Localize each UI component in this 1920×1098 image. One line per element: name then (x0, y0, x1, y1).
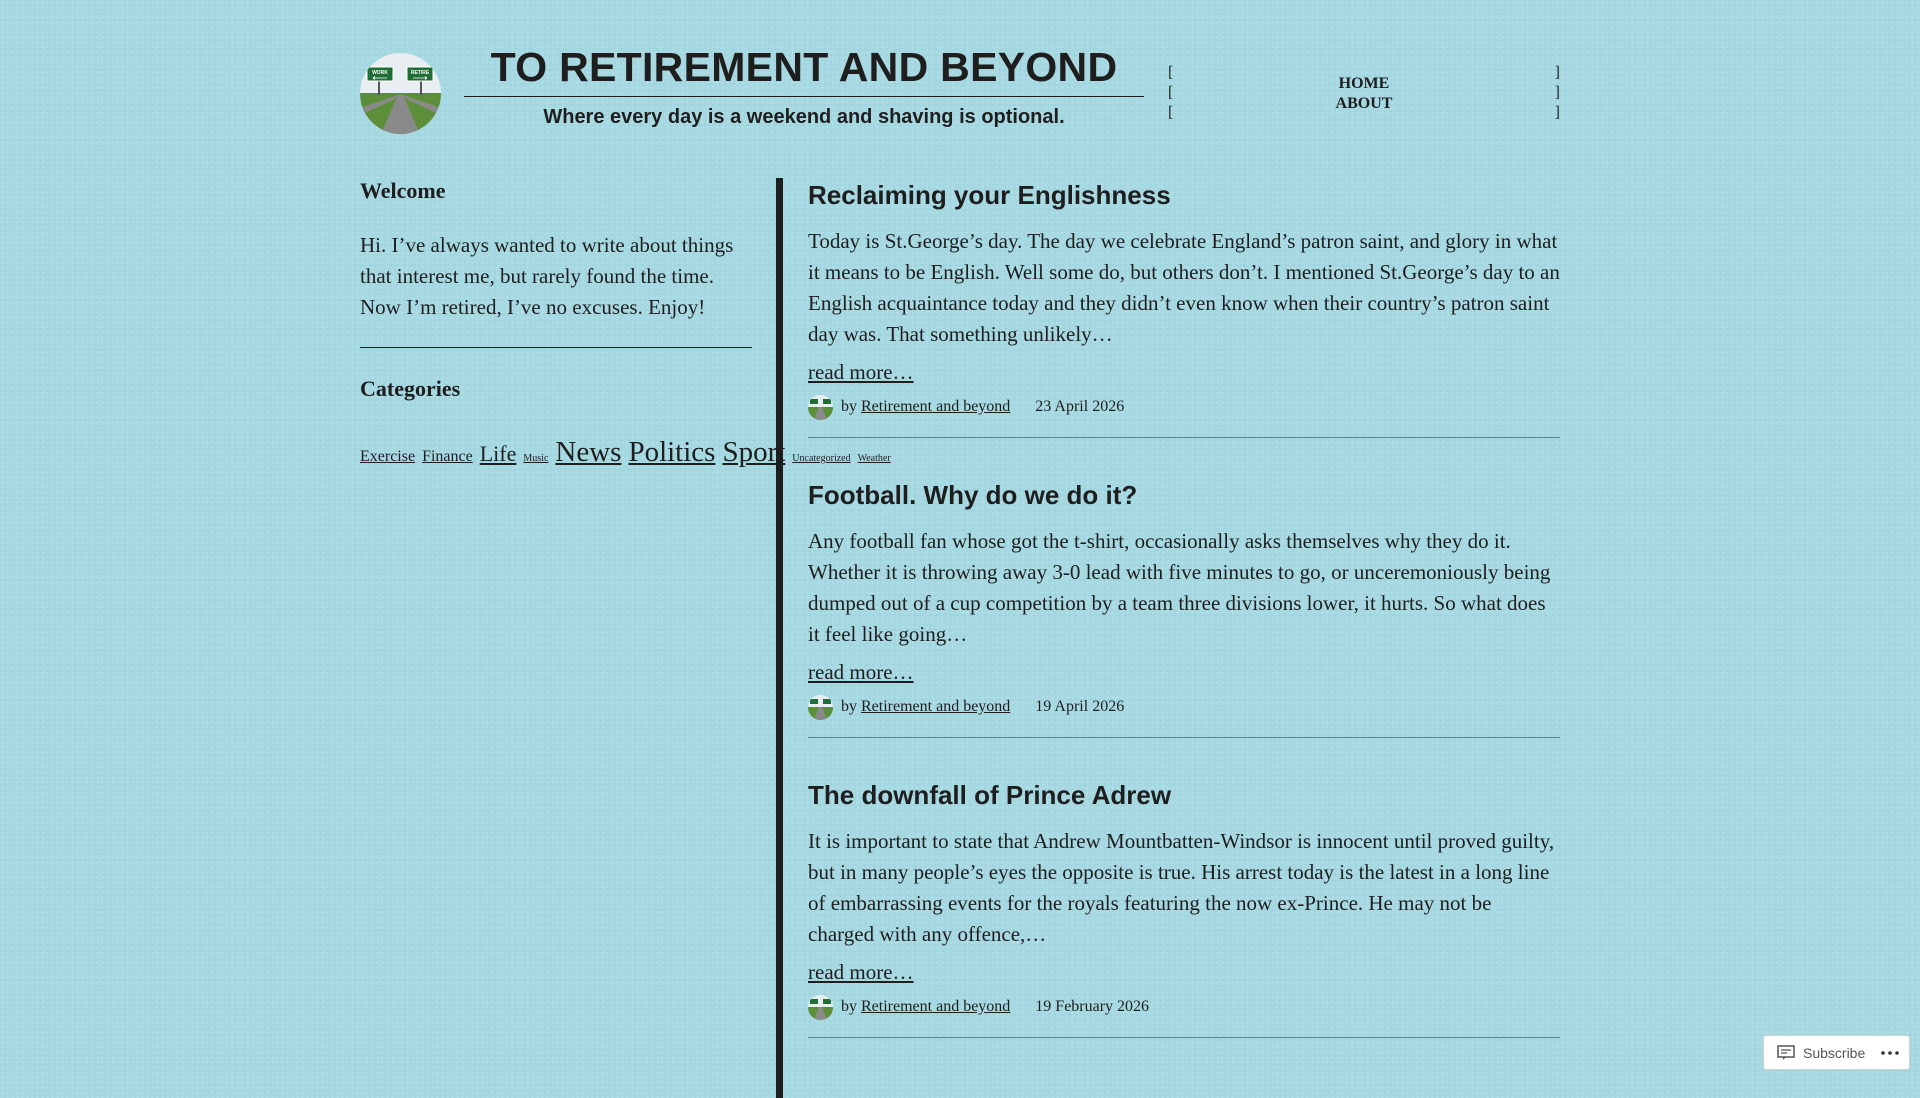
post-title-link[interactable]: Football. Why do we do it? (808, 478, 1560, 512)
category-link-exercise[interactable]: Exercise (360, 448, 415, 465)
site-tagline: Where every day is a weekend and shaving… (543, 106, 1065, 128)
post-separator (808, 1037, 1560, 1038)
read-more-link[interactable]: read more… (808, 360, 914, 385)
post-excerpt: Today is St.George’s day. The day we cel… (808, 229, 1560, 346)
subscribe-button[interactable]: Subscribe (1764, 1036, 1875, 1069)
site-title[interactable]: TO RETIREMENT AND BEYOND (464, 40, 1144, 97)
byline-prefix: by (841, 698, 857, 715)
post-meta: by Retirement and beyond 19 February 202… (808, 994, 1560, 1020)
author-link[interactable]: Retirement and beyond (861, 698, 1010, 716)
post-separator (808, 737, 1560, 738)
post-meta: by Retirement and beyond 23 April 2026 (808, 394, 1560, 420)
author-avatar (808, 694, 833, 720)
nav-item-about[interactable]: ABOUT (1168, 94, 1560, 114)
logo-sign-right: RETIRE (411, 70, 430, 76)
post-meta: by Retirement and beyond 19 April 2026 (808, 694, 1560, 720)
main-nav: [ ] [ ] [ ] HOME ABOUT (1168, 64, 1560, 124)
post-separator (808, 437, 1560, 438)
subscribe-label: Subscribe (1803, 1044, 1866, 1061)
category-link-finance[interactable]: Finance (422, 448, 473, 465)
nav-item-home[interactable]: HOME (1168, 74, 1560, 94)
category-link-politics[interactable]: Politics (628, 436, 715, 468)
author-avatar (808, 394, 833, 420)
category-link-news[interactable]: News (555, 436, 621, 468)
avatar-icon (808, 394, 833, 420)
post-card: Football. Why do we do it? Any football … (808, 478, 1560, 738)
categories-widget-title: Categories (360, 376, 461, 401)
category-link-music[interactable]: Music (523, 453, 548, 464)
logo-sign-left: WORK (372, 70, 388, 76)
post-title-link[interactable]: The downfall of Prince Adrew (808, 778, 1560, 812)
subscribe-bar: Subscribe (1763, 1035, 1910, 1070)
post-card: Reclaiming your Englishness Today is St.… (808, 178, 1560, 438)
welcome-widget-title: Welcome (360, 178, 446, 203)
post-date[interactable]: 19 February 2026 (1035, 998, 1149, 1016)
post-card: The downfall of Prince Adrew It is impor… (808, 778, 1560, 1038)
avatar-icon (808, 694, 833, 720)
read-more-link[interactable]: read more… (808, 660, 914, 685)
post-excerpt: Any football fan whose got the t-shirt, … (808, 529, 1551, 646)
category-link-uncategorized[interactable]: Uncategorized (792, 453, 850, 464)
sidebar-divider (360, 347, 752, 348)
category-link-weather[interactable]: Weather (858, 453, 891, 464)
content-divider-bar (776, 178, 783, 1098)
post-date[interactable]: 19 April 2026 (1035, 698, 1124, 716)
author-avatar (808, 994, 833, 1020)
byline-prefix: by (841, 398, 857, 415)
logo-image: WORK RETIRE (360, 53, 441, 134)
sidebar: Welcome Hi. I’ve always wanted to write … (360, 178, 891, 481)
post-date[interactable]: 23 April 2026 (1035, 398, 1124, 416)
author-link[interactable]: Retirement and beyond (861, 998, 1010, 1016)
post-title-link[interactable]: Reclaiming your Englishness (808, 178, 1560, 212)
author-link[interactable]: Retirement and beyond (861, 398, 1010, 416)
byline-prefix: by (841, 998, 857, 1015)
welcome-widget-text: Hi. I’ve always wanted to write about th… (360, 233, 734, 319)
avatar-icon (808, 994, 833, 1020)
read-more-link[interactable]: read more… (808, 960, 914, 985)
reader-icon (1777, 1044, 1795, 1060)
more-options-button[interactable] (1875, 1036, 1905, 1069)
category-cloud: Exercise Finance Life Music News Politics Spor… (360, 430, 891, 481)
ellipsis-icon (1881, 1050, 1900, 1055)
category-link-life[interactable]: Life (480, 441, 517, 466)
site-logo[interactable]: WORK RETIRE (360, 53, 441, 134)
nav-links: HOME ABOUT (1168, 74, 1560, 114)
post-excerpt: It is important to state that Andrew Mou… (808, 829, 1555, 946)
